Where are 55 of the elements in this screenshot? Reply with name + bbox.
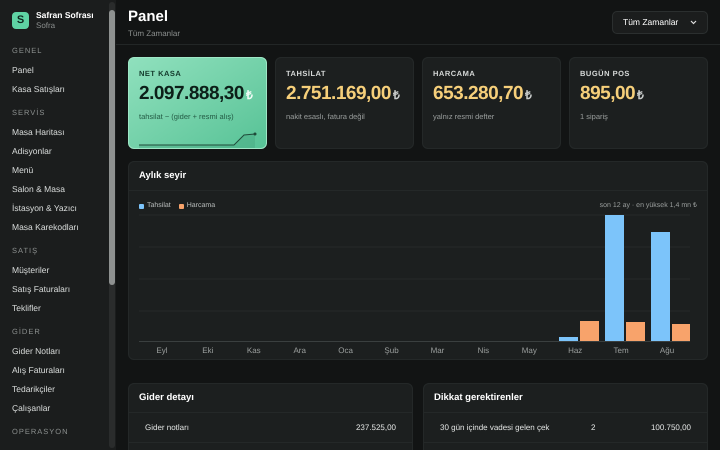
panel-title: Dikkat gerektirenler	[434, 390, 523, 405]
nav-item[interactable]: İstasyon & Yazıcı	[12, 198, 109, 218]
row-label: 30 gün içinde vadesi gelen çek	[440, 422, 550, 434]
brand-logo: S	[12, 12, 29, 29]
page-subtitle: Tüm Zamanlar	[128, 28, 180, 40]
month-label: Haz	[567, 344, 584, 356]
nav-item[interactable]: Masa Haritası	[12, 122, 109, 142]
month-label: Eki	[201, 344, 214, 356]
harcama-bar	[580, 320, 599, 340]
row-label: Gider notları	[145, 422, 190, 434]
month-label: May	[520, 344, 538, 356]
currency-sign: ₺	[525, 87, 532, 104]
page-title: Panel	[128, 8, 170, 26]
nav-item[interactable]: Adisyonlar	[12, 142, 109, 161]
row-count: 2	[590, 422, 596, 434]
month-label: Ara	[292, 344, 307, 356]
month-label: Tem	[612, 344, 630, 356]
harcama-bar	[672, 324, 690, 340]
nav-item[interactable]: Satış Faturaları	[12, 280, 109, 299]
nav-item[interactable]: Panel	[12, 60, 109, 80]
row-amount: 100.750,00	[650, 422, 691, 434]
month-label: Eyl	[155, 344, 169, 356]
nav-item[interactable]: Teklifler	[12, 298, 109, 318]
nav-item[interactable]: Çalışanlar	[12, 398, 109, 418]
nav-item[interactable]: Tedarikçiler	[12, 380, 109, 399]
nav-item[interactable]: Kasa Satışları	[12, 80, 109, 99]
nav-item[interactable]: Müşteriler	[12, 260, 109, 280]
tahsilat-bar	[559, 336, 578, 340]
kpi-value: 2.097.888,30	[139, 82, 244, 106]
nav-item[interactable]: Gider Notları	[12, 342, 109, 361]
panel-title: Gider detayı	[139, 390, 194, 405]
nav-item[interactable]: Menü	[12, 160, 109, 180]
month-label: Oca	[337, 344, 354, 356]
month-label: Kas	[246, 344, 262, 356]
harcama-bar	[626, 322, 645, 340]
chevron-down-icon	[690, 20, 697, 25]
panel-title: Aylık seyir	[139, 168, 186, 183]
currency-sign: ₺	[637, 87, 644, 104]
brand-name: Safran Sofrası	[36, 10, 94, 21]
period-select[interactable]: Tüm Zamanlar	[612, 11, 708, 34]
currency-sign: ₺	[246, 87, 253, 104]
month-label: Şub	[383, 344, 400, 356]
brand-subtitle: Sofra	[36, 20, 56, 31]
nav-item[interactable]: Alış Faturaları	[12, 360, 109, 380]
nav-item[interactable]: Masa Karekodları	[12, 218, 109, 237]
scrollbar[interactable]	[109, 2, 115, 448]
month-label: Ağu	[658, 344, 676, 356]
month-label: Nis	[476, 344, 490, 356]
row-amount: 237.525,00	[356, 422, 396, 434]
month-label: Mar	[430, 344, 446, 356]
currency-sign: ₺	[392, 87, 400, 104]
nav-item[interactable]: Salon & Masa	[12, 180, 109, 199]
kpi-value: 2.751.169,00	[286, 82, 391, 106]
kpi-value: 895,00	[580, 82, 636, 106]
kpi-value: 653.280,70	[433, 82, 524, 106]
